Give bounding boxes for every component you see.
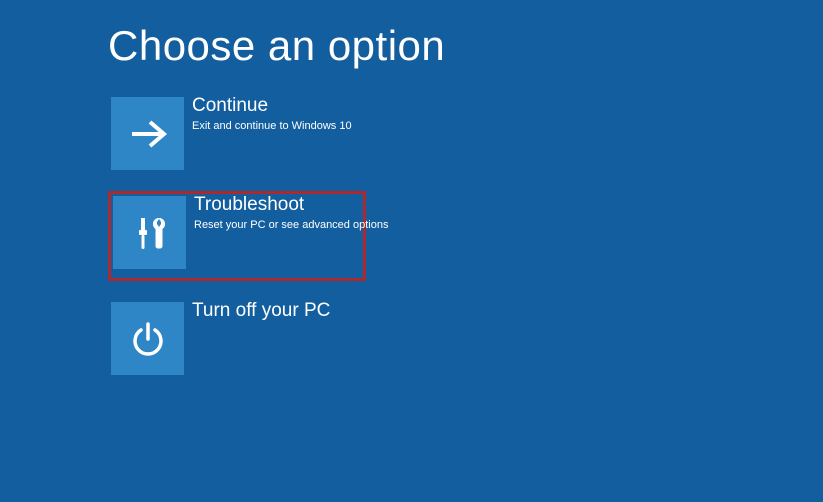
winre-screen: Choose an option Continue Exit and conti… [0, 0, 823, 396]
option-turn-off[interactable]: Turn off your PC [108, 299, 372, 378]
options-list: Continue Exit and continue to Windows 10 [108, 94, 823, 396]
tools-icon [113, 196, 186, 269]
option-text: Turn off your PC [192, 302, 330, 324]
option-title: Continue [192, 95, 352, 117]
arrow-right-icon [111, 97, 184, 170]
option-title: Turn off your PC [192, 300, 330, 322]
option-text: Continue Exit and continue to Windows 10 [192, 97, 352, 133]
option-troubleshoot[interactable]: Troubleshoot Reset your PC or see advanc… [108, 191, 366, 281]
power-icon [111, 302, 184, 375]
option-desc: Exit and continue to Windows 10 [192, 119, 352, 133]
option-title: Troubleshoot [194, 194, 388, 216]
page-title: Choose an option [108, 22, 823, 70]
option-desc: Reset your PC or see advanced options [194, 218, 388, 232]
option-text: Troubleshoot Reset your PC or see advanc… [194, 196, 388, 232]
option-continue[interactable]: Continue Exit and continue to Windows 10 [108, 94, 372, 173]
